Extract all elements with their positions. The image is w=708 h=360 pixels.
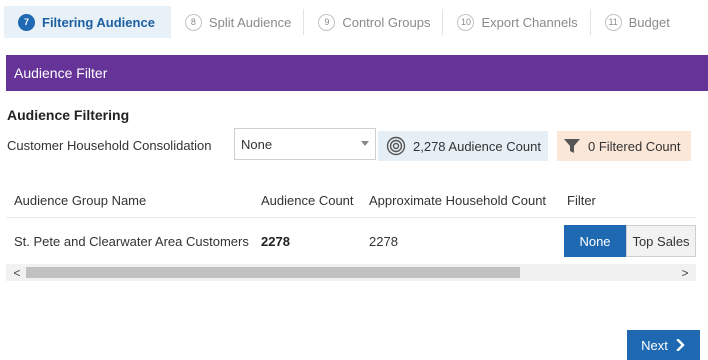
step-label: Filtering Audience	[42, 14, 155, 30]
audience-count-text: 2,278 Audience Count	[413, 138, 541, 154]
audience-count-cell: 2278	[261, 234, 290, 249]
step-label: Control Groups	[342, 14, 431, 30]
step-label: Budget	[628, 14, 670, 30]
audience-count-badge: 2,278 Audience Count	[378, 131, 548, 161]
column-header-group-name[interactable]: Audience Group Name	[14, 193, 146, 208]
filter-none-button[interactable]: None	[564, 225, 626, 257]
step-filtering-audience[interactable]: 7 Filtering Audience	[4, 6, 171, 38]
table-divider	[6, 217, 696, 218]
scrollbar-thumb[interactable]	[26, 267, 520, 278]
column-header-household-count[interactable]: Approximate Household Count	[369, 193, 546, 208]
column-header-filter[interactable]: Filter	[567, 193, 596, 208]
step-split-audience[interactable]: 8 Split Audience	[171, 6, 303, 38]
step-number-badge: 9	[318, 13, 336, 31]
panel-header: Audience Filter	[6, 55, 708, 91]
household-consolidation-select[interactable]: None	[234, 128, 376, 160]
funnel-icon	[563, 137, 581, 155]
column-header-audience-count[interactable]: Audience Count	[261, 193, 354, 208]
filtered-count-text: 0 Filtered Count	[588, 138, 681, 154]
step-control-groups[interactable]: 9 Control Groups	[304, 6, 442, 38]
chevron-right-icon	[676, 339, 686, 351]
target-icon	[386, 136, 406, 156]
scroll-right-arrow[interactable]: >	[676, 264, 694, 281]
step-number-badge: 7	[18, 13, 35, 31]
step-label: Export Channels	[481, 14, 578, 30]
step-number-badge: 10	[457, 13, 475, 31]
wizard-steps: 7 Filtering Audience 8 Split Audience 9 …	[0, 0, 708, 44]
section-title: Audience Filtering	[7, 107, 130, 123]
step-label: Split Audience	[208, 14, 292, 30]
next-label: Next	[641, 337, 668, 353]
horizontal-scrollbar[interactable]: < >	[6, 264, 696, 281]
step-number-badge: 11	[604, 13, 622, 31]
household-count-cell: 2278	[369, 234, 398, 249]
panel-title: Audience Filter	[14, 65, 108, 81]
step-export-channels[interactable]: 10 Export Channels	[443, 6, 589, 38]
household-consolidation-value: None	[241, 136, 273, 152]
caret-down-icon	[361, 141, 369, 146]
next-button[interactable]: Next	[627, 330, 700, 360]
filter-top-sales-button[interactable]: Top Sales	[626, 225, 696, 257]
step-number-badge: 8	[184, 13, 202, 31]
scroll-left-arrow[interactable]: <	[8, 264, 26, 281]
audience-group-name-cell: St. Pete and Clearwater Area Customers	[14, 234, 249, 249]
filtered-count-badge: 0 Filtered Count	[557, 131, 691, 161]
household-consolidation-label: Customer Household Consolidation	[7, 138, 212, 153]
step-budget[interactable]: 11 Budget	[591, 6, 682, 38]
